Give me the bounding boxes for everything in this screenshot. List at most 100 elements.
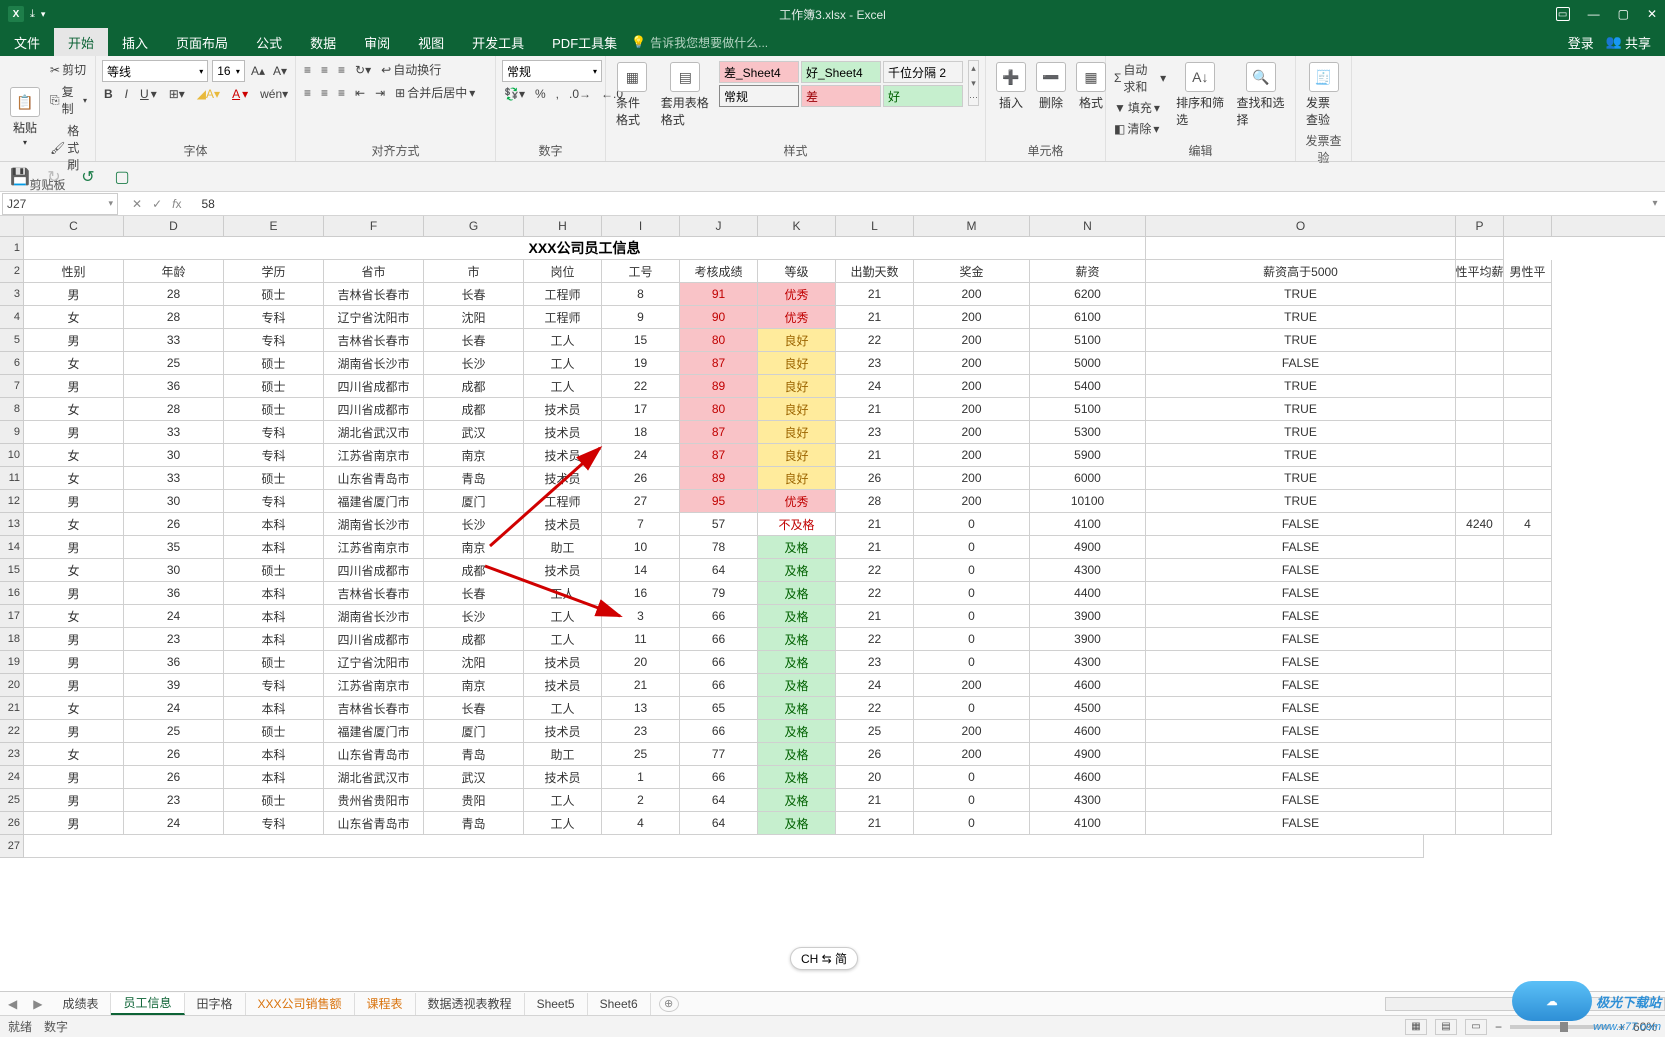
style-bad[interactable]: 差 [801,85,881,107]
row-header[interactable]: 23 [0,743,24,766]
bold-button[interactable]: B [102,86,115,102]
cell[interactable]: 4240 [1456,513,1504,536]
cell[interactable]: 女 [24,306,124,329]
cell[interactable]: 90 [680,306,758,329]
row-header[interactable]: 12 [0,490,24,513]
cell[interactable]: 24 [124,605,224,628]
cell[interactable]: 66 [680,651,758,674]
tab-pdf[interactable]: PDF工具集 [538,28,631,56]
cell[interactable] [1456,375,1504,398]
cell[interactable]: 200 [914,421,1030,444]
cell[interactable]: 专科 [224,674,324,697]
cell[interactable]: 专科 [224,306,324,329]
cell[interactable]: 22 [836,329,914,352]
cut-button[interactable]: ✂剪切 [48,60,89,79]
cell[interactable]: 21 [836,536,914,559]
cell[interactable]: 22 [836,628,914,651]
qat-dropdown-icon[interactable]: ▾ [41,9,46,20]
cell[interactable]: 21 [836,789,914,812]
cell[interactable]: 80 [680,398,758,421]
cell[interactable]: 64 [680,789,758,812]
cell[interactable] [1456,398,1504,421]
col-header[interactable]: P [1456,216,1504,236]
login-button[interactable]: 登录 [1568,33,1594,52]
col-header[interactable]: K [758,216,836,236]
cell[interactable] [1456,582,1504,605]
border-button[interactable]: ⊞▾ [167,86,187,102]
cell[interactable]: FALSE [1146,812,1456,835]
insert-cells-button[interactable]: ➕插入 [992,60,1030,140]
cell[interactable]: 男 [24,283,124,306]
cell[interactable]: 19 [602,352,680,375]
cell[interactable]: 27 [602,490,680,513]
cell[interactable]: 湖南省长沙市 [324,513,424,536]
cell[interactable]: 南京 [424,674,524,697]
add-sheet-button[interactable]: ⊕ [659,996,679,1012]
comma-icon[interactable]: , [554,86,561,102]
cell[interactable]: 200 [914,398,1030,421]
cell[interactable]: 26 [602,467,680,490]
cell[interactable]: 吉林省长春市 [324,283,424,306]
cell[interactable]: 36 [124,651,224,674]
new-icon[interactable]: ▢ [112,167,132,187]
cell[interactable]: 专科 [224,444,324,467]
cell[interactable]: 24 [836,674,914,697]
cell[interactable] [1504,559,1552,582]
row-header[interactable]: 1 [0,237,24,260]
cell[interactable]: 5400 [1030,375,1146,398]
cell[interactable]: 贵州省贵阳市 [324,789,424,812]
cell[interactable] [1456,743,1504,766]
cell[interactable]: 厦门 [424,490,524,513]
cell[interactable]: 10 [602,536,680,559]
cell[interactable] [1146,237,1456,260]
align-left-icon[interactable]: ≡ [302,85,313,101]
font-name-combo[interactable]: 等线▾ [102,60,208,82]
merge-button[interactable]: ⊞合并后居中▾ [393,83,477,102]
table-format-button[interactable]: ▤套用表格格式 [657,60,714,140]
cell[interactable]: 23 [124,628,224,651]
cell[interactable] [1504,812,1552,835]
cell[interactable]: 硕士 [224,789,324,812]
cell[interactable]: 4300 [1030,789,1146,812]
underline-button[interactable]: U▾ [138,86,159,102]
cell[interactable]: 及格 [758,536,836,559]
cell[interactable]: 男 [24,329,124,352]
minimize-icon[interactable]: — [1588,7,1600,21]
col-header[interactable]: L [836,216,914,236]
style-good-sheet4[interactable]: 好_Sheet4 [801,61,881,83]
cell[interactable]: 24 [602,444,680,467]
cell[interactable]: 26 [124,743,224,766]
cell[interactable]: 本科 [224,605,324,628]
inc-decimal-icon[interactable]: .0→ [567,86,593,102]
cell[interactable]: 女 [24,444,124,467]
cell[interactable]: 良好 [758,329,836,352]
col-header[interactable]: M [914,216,1030,236]
cell[interactable]: 四川省成都市 [324,398,424,421]
select-all[interactable] [0,216,24,236]
row-header[interactable]: 20 [0,674,24,697]
row-header[interactable]: 22 [0,720,24,743]
col-header[interactable]: I [602,216,680,236]
cell[interactable]: FALSE [1146,697,1456,720]
currency-icon[interactable]: 💱▾ [502,86,527,102]
cancel-formula-icon[interactable]: ✕ [132,197,142,211]
cell[interactable]: 0 [914,605,1030,628]
sheet-nav-next[interactable]: ▶ [25,997,50,1011]
cell[interactable]: 优秀 [758,283,836,306]
cell[interactable] [1456,651,1504,674]
cell[interactable]: 95 [680,490,758,513]
tab-data[interactable]: 数据 [296,28,350,56]
cell[interactable]: 4600 [1030,674,1146,697]
cell[interactable]: 及格 [758,720,836,743]
cell[interactable]: 本科 [224,582,324,605]
cell[interactable] [1456,444,1504,467]
cell[interactable]: 良好 [758,352,836,375]
cell[interactable]: 男 [24,812,124,835]
cell[interactable]: 0 [914,697,1030,720]
row-header[interactable]: 26 [0,812,24,835]
cell[interactable]: 66 [680,628,758,651]
cell[interactable]: 等级 [758,260,836,283]
cell[interactable]: 30 [124,444,224,467]
row-header[interactable]: 27 [0,835,24,858]
cell[interactable] [1504,421,1552,444]
